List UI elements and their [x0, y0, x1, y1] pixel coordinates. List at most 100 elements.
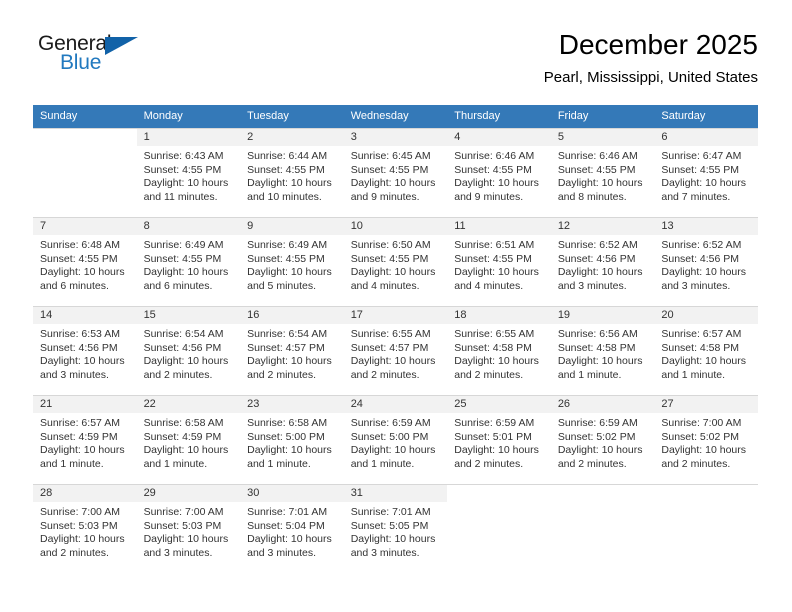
- day-detail-line: Sunset: 4:57 PM: [350, 341, 429, 354]
- calendar-day-cell[interactable]: 31 Sunrise: 7:01 AM Sunset: 5:05 PM Dayligh…: [343, 484, 448, 573]
- calendar-day-cell[interactable]: 14 Sunrise: 6:53 AM Sunset: 4:56 PM Dayligh…: [33, 306, 137, 395]
- day-detail-line: Sunrise: 6:54 AM: [143, 328, 224, 340]
- calendar-day-cell[interactable]: 13 Sunrise: 6:52 AM Sunset: 4:56 PM Dayligh…: [654, 217, 758, 306]
- day-number: 30: [240, 485, 344, 502]
- calendar-grid: Sunday Monday Tuesday Wednesday Thursday Frid…: [33, 105, 758, 573]
- day-cell-inner: [550, 484, 655, 573]
- calendar-day-cell[interactable]: 26 Sunrise: 6:59 AM Sunset: 5:02 PM Dayligh…: [550, 395, 655, 484]
- day-detail-line: Daylight: 10 hours: [454, 444, 539, 457]
- calendar-day-cell[interactable]: 7 Sunrise: 6:48 AM Sunset: 4:55 PM Daylight…: [33, 217, 137, 306]
- day-detail-line: and 10 minutes.: [247, 190, 322, 203]
- calendar-day-cell[interactable]: 5 Sunrise: 6:46 AM Sunset: 4:55 PM Daylight…: [550, 128, 655, 217]
- calendar-day-cell[interactable]: 21 Sunrise: 6:57 AM Sunset: 4:59 PM Dayligh…: [33, 395, 137, 484]
- day-number: 29: [136, 485, 241, 502]
- day-detail-line: Sunrise: 6:49 AM: [143, 239, 224, 251]
- calendar-day-cell[interactable]: 12 Sunrise: 6:52 AM Sunset: 4:56 PM Dayligh…: [550, 217, 655, 306]
- calendar-day-cell[interactable]: 22 Sunrise: 6:58 AM Sunset: 4:59 PM Dayligh…: [136, 395, 241, 484]
- calendar-empty-cell: [33, 128, 137, 217]
- day-details: Sunrise: 6:57 AM Sunset: 4:58 PM Daylight:…: [654, 324, 758, 382]
- day-detail-line: Daylight: 10 hours: [557, 444, 643, 457]
- day-cell-inner: 29 Sunrise: 7:00 AM Sunset: 5:03 PM Dayligh…: [136, 484, 241, 573]
- calendar-body: 1 Sunrise: 6:43 AM Sunset: 4:55 PM Daylight…: [33, 128, 758, 573]
- day-cell-inner: 7 Sunrise: 6:48 AM Sunset: 4:55 PM Daylight…: [33, 217, 137, 306]
- day-detail-line: and 2 minutes.: [454, 457, 524, 470]
- day-detail-line: Daylight: 10 hours: [40, 355, 125, 368]
- day-detail-line: and 9 minutes.: [350, 190, 420, 203]
- day-detail-line: Daylight: 10 hours: [350, 355, 436, 368]
- calendar-day-cell[interactable]: 4 Sunrise: 6:46 AM Sunset: 4:55 PM Daylight…: [447, 128, 551, 217]
- calendar-week-row: 14 Sunrise: 6:53 AM Sunset: 4:56 PM Dayligh…: [33, 306, 758, 395]
- calendar-day-cell[interactable]: 15 Sunrise: 6:54 AM Sunset: 4:56 PM Dayligh…: [136, 306, 241, 395]
- day-number: 23: [240, 396, 344, 413]
- calendar-day-cell[interactable]: 24 Sunrise: 6:59 AM Sunset: 5:00 PM Dayligh…: [343, 395, 448, 484]
- calendar-day-cell[interactable]: 27 Sunrise: 7:00 AM Sunset: 5:02 PM Dayligh…: [654, 395, 758, 484]
- day-detail-line: and 1 minute.: [247, 457, 311, 470]
- weekday-header-monday: Monday: [136, 105, 241, 128]
- day-detail-line: Sunset: 5:01 PM: [454, 430, 532, 443]
- day-number: 1: [136, 129, 241, 146]
- day-number: 27: [654, 396, 758, 413]
- weekday-header-friday: Friday: [550, 105, 655, 128]
- day-details: Sunrise: 7:00 AM Sunset: 5:02 PM Daylight:…: [654, 413, 758, 471]
- day-detail-line: Sunrise: 6:46 AM: [557, 150, 638, 162]
- calendar-day-cell[interactable]: 23 Sunrise: 6:58 AM Sunset: 5:00 PM Dayligh…: [240, 395, 344, 484]
- calendar-day-cell[interactable]: 10 Sunrise: 6:50 AM Sunset: 4:55 PM Dayligh…: [343, 217, 448, 306]
- calendar-day-cell[interactable]: 16 Sunrise: 6:54 AM Sunset: 4:57 PM Dayligh…: [240, 306, 344, 395]
- day-number: 14: [33, 307, 137, 324]
- day-detail-line: Sunset: 4:58 PM: [661, 341, 740, 354]
- calendar-day-cell[interactable]: 11 Sunrise: 6:51 AM Sunset: 4:55 PM Dayligh…: [447, 217, 551, 306]
- day-details: Sunrise: 7:00 AM Sunset: 5:03 PM Daylight:…: [33, 502, 137, 560]
- day-detail-line: Daylight: 10 hours: [661, 177, 747, 190]
- day-details: Sunrise: 6:47 AM Sunset: 4:55 PM Daylight:…: [654, 146, 758, 204]
- calendar-day-cell[interactable]: 29 Sunrise: 7:00 AM Sunset: 5:03 PM Dayligh…: [136, 484, 241, 573]
- day-details: Sunrise: 6:49 AM Sunset: 4:55 PM Daylight:…: [240, 235, 344, 293]
- day-detail-line: Sunrise: 6:45 AM: [350, 150, 431, 162]
- day-details: Sunrise: 6:59 AM Sunset: 5:00 PM Daylight:…: [344, 413, 448, 471]
- calendar-day-cell[interactable]: 25 Sunrise: 6:59 AM Sunset: 5:01 PM Dayligh…: [447, 395, 551, 484]
- day-number: 17: [343, 307, 448, 324]
- day-details: Sunrise: 6:59 AM Sunset: 5:02 PM Daylight:…: [551, 413, 655, 471]
- calendar-day-cell[interactable]: 17 Sunrise: 6:55 AM Sunset: 4:57 PM Dayligh…: [343, 306, 448, 395]
- day-cell-inner: 25 Sunrise: 6:59 AM Sunset: 5:01 PM Dayligh…: [447, 395, 551, 484]
- day-cell-inner: 30 Sunrise: 7:01 AM Sunset: 5:04 PM Dayligh…: [240, 484, 344, 573]
- day-detail-line: and 2 minutes.: [454, 368, 524, 381]
- day-detail-line: and 1 minute.: [661, 368, 726, 381]
- day-detail-line: Daylight: 10 hours: [143, 177, 229, 190]
- day-detail-line: Sunrise: 7:00 AM: [40, 506, 120, 518]
- day-cell-inner: 20 Sunrise: 6:57 AM Sunset: 4:58 PM Dayligh…: [654, 306, 758, 395]
- day-cell-inner: 31 Sunrise: 7:01 AM Sunset: 5:05 PM Dayligh…: [343, 484, 448, 573]
- day-number: 4: [447, 129, 551, 146]
- day-details: Sunrise: 6:49 AM Sunset: 4:55 PM Daylight:…: [137, 235, 241, 293]
- calendar-day-cell[interactable]: 1 Sunrise: 6:43 AM Sunset: 4:55 PM Daylight…: [136, 128, 241, 217]
- day-detail-line: Daylight: 10 hours: [247, 533, 332, 546]
- calendar-week-row: 1 Sunrise: 6:43 AM Sunset: 4:55 PM Daylight…: [33, 128, 758, 217]
- day-detail-line: Sunrise: 6:52 AM: [557, 239, 638, 251]
- day-details: Sunrise: 6:58 AM Sunset: 5:00 PM Daylight:…: [240, 413, 344, 471]
- calendar-empty-cell: [550, 484, 655, 573]
- calendar-day-cell[interactable]: 19 Sunrise: 6:56 AM Sunset: 4:58 PM Dayligh…: [550, 306, 655, 395]
- calendar-day-cell[interactable]: 28 Sunrise: 7:00 AM Sunset: 5:03 PM Dayligh…: [33, 484, 137, 573]
- day-details: [33, 146, 137, 150]
- calendar-day-cell[interactable]: 3 Sunrise: 6:45 AM Sunset: 4:55 PM Daylight…: [343, 128, 448, 217]
- day-number: 19: [550, 307, 655, 324]
- day-number: 7: [33, 218, 137, 235]
- day-detail-line: Daylight: 10 hours: [40, 533, 125, 546]
- calendar-day-cell[interactable]: 30 Sunrise: 7:01 AM Sunset: 5:04 PM Dayligh…: [240, 484, 344, 573]
- day-number: 12: [550, 218, 655, 235]
- day-detail-line: and 8 minutes.: [557, 190, 627, 203]
- calendar-day-cell[interactable]: 20 Sunrise: 6:57 AM Sunset: 4:58 PM Dayligh…: [654, 306, 758, 395]
- calendar-day-cell[interactable]: 8 Sunrise: 6:49 AM Sunset: 4:55 PM Daylight…: [136, 217, 241, 306]
- day-detail-line: Sunset: 4:56 PM: [143, 341, 222, 354]
- calendar-day-cell[interactable]: 9 Sunrise: 6:49 AM Sunset: 4:55 PM Daylight…: [240, 217, 344, 306]
- weekday-header-saturday: Saturday: [654, 105, 758, 128]
- day-detail-line: Sunset: 5:02 PM: [661, 430, 740, 443]
- day-details: Sunrise: 6:43 AM Sunset: 4:55 PM Daylight:…: [137, 146, 241, 204]
- day-detail-line: Daylight: 10 hours: [661, 266, 747, 279]
- calendar-day-cell[interactable]: 6 Sunrise: 6:47 AM Sunset: 4:55 PM Daylight…: [654, 128, 758, 217]
- day-detail-line: Sunset: 4:58 PM: [454, 341, 532, 354]
- calendar-day-cell[interactable]: 18 Sunrise: 6:55 AM Sunset: 4:58 PM Dayligh…: [447, 306, 551, 395]
- day-detail-line: Daylight: 10 hours: [143, 355, 229, 368]
- day-number: 31: [343, 485, 448, 502]
- calendar-day-cell[interactable]: 2 Sunrise: 6:44 AM Sunset: 4:55 PM Daylight…: [240, 128, 344, 217]
- page-title: December 2025: [558, 29, 758, 60]
